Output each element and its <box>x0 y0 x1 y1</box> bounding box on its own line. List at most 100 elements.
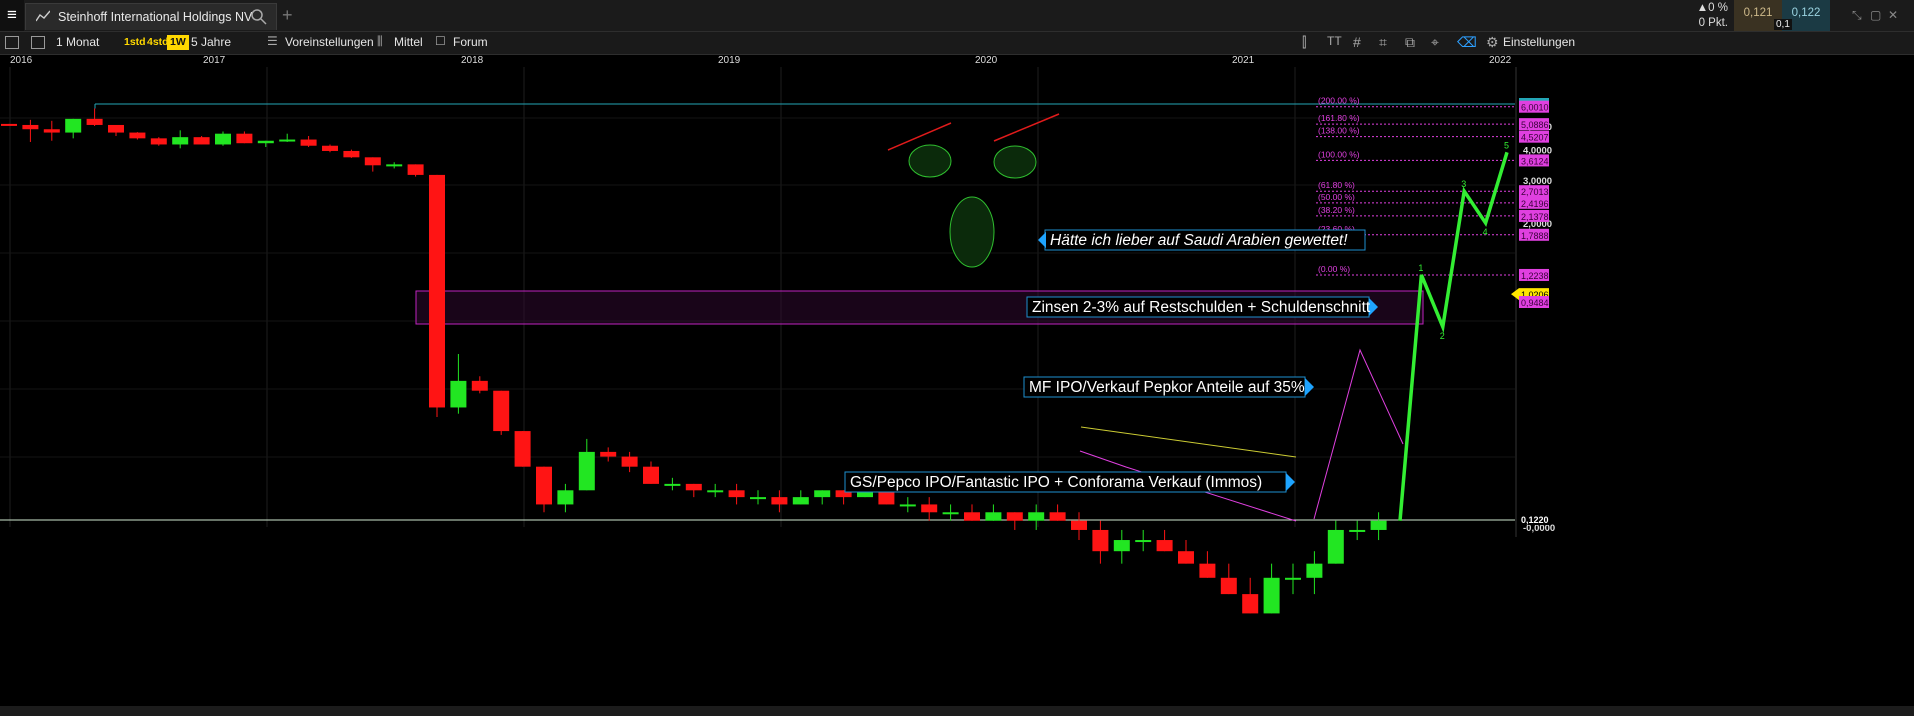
candle-body <box>1 123 17 126</box>
year-label: 2022 <box>1489 55 1512 66</box>
price-change: ▲0 % 0 Pkt. <box>1688 0 1732 31</box>
presets-icon: ☰ <box>267 34 278 48</box>
candle-body <box>65 118 82 133</box>
annotation-text: Zinsen 2-3% auf Restschulden + Schuldens… <box>1032 299 1371 316</box>
date-axis: 2016 2017 2018 2019 2020 2021 2022 <box>0 55 1914 67</box>
range-select[interactable]: 5 Jahre <box>191 35 231 49</box>
candle-body <box>193 137 210 145</box>
unlink-icon[interactable]: ⤡ <box>1852 8 1862 23</box>
candle-body <box>172 137 189 145</box>
fib-level-label: (38.20 %) <box>1318 205 1355 215</box>
yellow-trend-line <box>1080 426 1297 458</box>
candle-body <box>921 504 938 513</box>
candle-body <box>215 133 231 145</box>
settings-button[interactable]: Einstellungen <box>1503 35 1575 49</box>
target-icon[interactable]: ⌖ <box>1431 34 1439 51</box>
annotation-text: MF IPO/Verkauf Pepkor Anteile auf 35% <box>1029 379 1305 396</box>
annotation-callout: Hätte ich lieber auf Saudi Arabien gewet… <box>1038 229 1366 251</box>
face-eye-left <box>908 144 952 178</box>
price-label-text: 0,1220 <box>1521 515 1549 525</box>
year-label: 2021 <box>1232 55 1255 66</box>
fib-anchor-line <box>1313 348 1404 520</box>
wave-label: 5 <box>1504 140 1509 150</box>
candle-body <box>150 138 167 145</box>
candle-body <box>364 157 381 166</box>
layout-grid-icon[interactable] <box>31 36 45 49</box>
candle-body <box>899 504 916 507</box>
candle-body <box>1199 563 1216 578</box>
popout-icon[interactable]: ▢ <box>1870 8 1881 22</box>
face-eye-right <box>993 145 1037 179</box>
candle-body <box>86 118 103 125</box>
price-chart[interactable]: (200.00 %) (161.80 %) (138.00 %) (100.00 %)… <box>0 67 1914 706</box>
candle-body <box>750 497 766 500</box>
top-bar: ≡ Steinhoff International Holdings NV + … <box>0 0 1914 32</box>
hamburger-menu-icon[interactable]: ≡ <box>0 0 24 31</box>
candle-body <box>1306 563 1323 578</box>
indicator-button[interactable]: Mittel <box>394 35 423 49</box>
add-tab-icon[interactable]: + <box>282 5 293 26</box>
candle-body <box>236 133 253 144</box>
wave-label: 1 <box>1418 263 1423 273</box>
interval-1w[interactable]: 1W <box>167 35 189 50</box>
wave-line <box>1398 151 1509 521</box>
candle-body <box>1156 540 1173 552</box>
ruler-icon[interactable]: ⫿ <box>1302 34 1306 51</box>
price-axis-bg <box>1516 67 1914 706</box>
annotation-arrow <box>1038 232 1046 248</box>
candle-body <box>1092 529 1109 552</box>
year-label: 2018 <box>461 55 484 66</box>
drawing-tool-icon[interactable]: ⌗ <box>1379 34 1387 51</box>
eraser-icon[interactable]: ⌫ <box>1457 34 1477 51</box>
candle-body <box>536 466 552 505</box>
instrument-tab[interactable]: Steinhoff International Holdings NV <box>25 3 277 30</box>
year-label: 2019 <box>718 55 741 66</box>
candle-body <box>493 390 510 432</box>
candle-body <box>1113 540 1130 552</box>
forum-button[interactable]: Forum <box>453 35 488 49</box>
annotation-text: GS/Pepco IPO/Fantastic IPO + Conforama V… <box>850 474 1262 491</box>
horizontal-scrollbar[interactable] <box>0 706 1914 716</box>
candle-body <box>1370 520 1387 530</box>
gear-icon[interactable]: ⚙ <box>1486 34 1499 51</box>
close-icon[interactable]: ✕ <box>1888 8 1898 22</box>
candle-body <box>429 174 445 408</box>
candle-body <box>621 456 638 467</box>
indicator-icon: ⫼ <box>377 34 383 48</box>
candle-body <box>1049 512 1066 521</box>
candle-body <box>1028 512 1045 521</box>
price-label-arrow <box>1511 288 1519 301</box>
text-tool-icon[interactable]: TT <box>1327 34 1342 48</box>
period-select[interactable]: 1 Monat <box>56 35 99 49</box>
fib-level-label: (100.00 %) <box>1318 149 1360 159</box>
price-label-text: 2,7013 <box>1521 187 1549 197</box>
face-eyebrow-left <box>887 122 952 151</box>
price-label-text: 2,4196 <box>1521 199 1549 209</box>
presets-button[interactable]: Voreinstellungen <box>285 35 374 49</box>
price-label-text: 5,0886 <box>1521 120 1549 130</box>
crosshair-icon[interactable]: # <box>1353 34 1361 50</box>
chart-annotations: Hätte ich lieber auf Saudi Arabien gewet… <box>844 229 1378 493</box>
candle-body <box>1242 594 1259 614</box>
price-label-text: 3,6124 <box>1521 156 1549 166</box>
search-icon[interactable] <box>250 8 268 26</box>
price-label-text: 0,9484 <box>1521 298 1549 308</box>
candle-body <box>964 512 980 521</box>
fib-level-label: (161.80 %) <box>1318 113 1360 123</box>
wave-label: 4 <box>1483 227 1488 237</box>
candle-body <box>1071 520 1087 530</box>
fib-level-label: (61.80 %) <box>1318 180 1355 190</box>
candle-body <box>985 512 1002 521</box>
candle-body <box>643 466 659 484</box>
candle-body <box>1220 577 1237 595</box>
price-axis: 5,00004,00003,00002,0000-0,00006,15626,0… <box>1511 67 1914 706</box>
annotation-callout: Zinsen 2-3% auf Restschulden + Schuldens… <box>1026 296 1378 318</box>
change-percent: ▲0 % <box>1696 2 1728 14</box>
copy-icon[interactable]: ⧉ <box>1405 34 1415 51</box>
candle-body <box>22 124 39 130</box>
candle-body <box>43 129 60 133</box>
candle-body <box>1006 512 1023 521</box>
list-icon[interactable] <box>5 36 19 49</box>
candle-body <box>814 490 831 498</box>
candle-body <box>1178 551 1194 564</box>
